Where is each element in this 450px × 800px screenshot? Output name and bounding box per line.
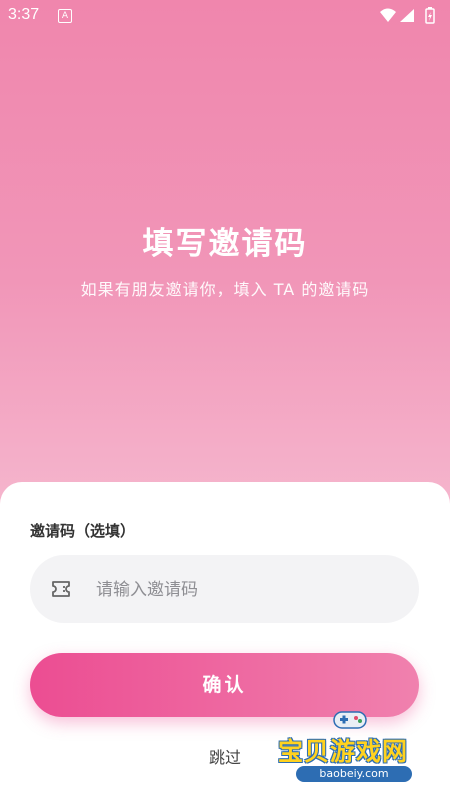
ticket-icon xyxy=(52,581,70,597)
watermark-url: baobeiy.com xyxy=(296,766,412,782)
gamepad-icon xyxy=(333,711,367,729)
status-bar: 3:37 A xyxy=(0,0,450,32)
wifi-icon xyxy=(380,8,396,22)
watermark-name: 宝贝游戏网 xyxy=(278,737,409,766)
keyboard-a-icon: A xyxy=(58,9,72,23)
status-icons xyxy=(380,7,435,24)
page-subtitle: 如果有朋友邀请你，填入 TA 的邀请码 xyxy=(80,280,370,299)
invite-code-label: 邀请码（选填） xyxy=(30,522,136,540)
page-title: 填写邀请码 xyxy=(142,226,308,262)
status-time: 3:37 xyxy=(8,6,40,23)
invite-code-input[interactable] xyxy=(94,555,398,625)
watermark-logo: 宝贝游戏网 baobeiy.com xyxy=(272,708,440,788)
signal-icon xyxy=(400,9,414,22)
invite-code-field[interactable] xyxy=(30,555,419,625)
